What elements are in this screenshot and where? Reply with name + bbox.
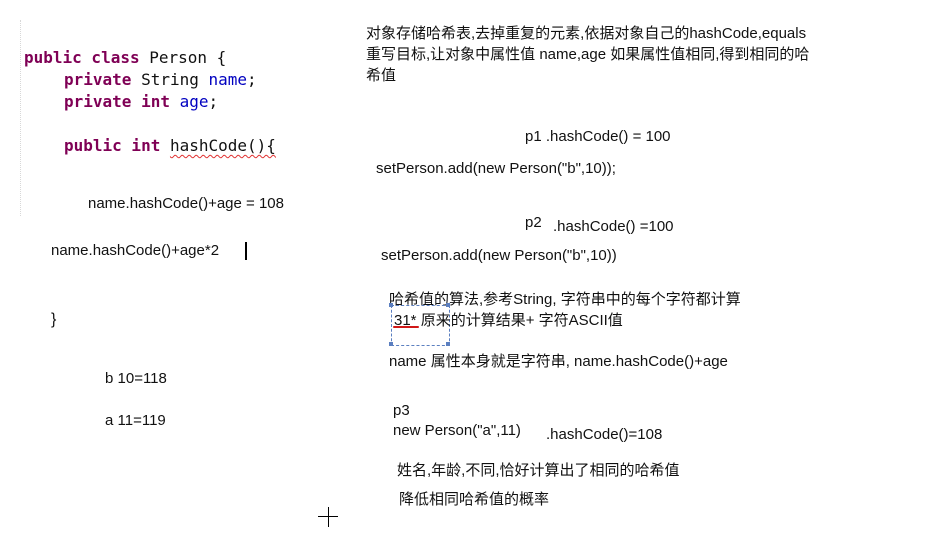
p3-label: p3 (393, 402, 410, 419)
keyword: private int (64, 92, 170, 111)
field-age-declaration: private int age; (64, 92, 218, 111)
p2-label: p2 (525, 214, 542, 231)
intro-line-1: 对象存储哈希表,去掉重复的元素,依据对象自己的hashCode,equals (366, 25, 807, 42)
algo-line-2: 31* 原来的计算结果+ 字符ASCII值 (394, 309, 623, 330)
algo-line-2-text: 原来的计算结果+ 字符ASCII值 (416, 312, 623, 329)
semicolon: ; (247, 70, 257, 89)
class-declaration: public class Person { (24, 48, 226, 67)
p3-hashcode: .hashCode()=108 (546, 426, 663, 443)
method-parens: (){ (247, 136, 276, 155)
selection-handle[interactable] (446, 342, 450, 346)
closing-brace: } (51, 311, 57, 328)
conclusion-line: 姓名,年龄,不同,恰好计算出了相同的哈希值 (397, 462, 680, 479)
name-attribute-line: name 属性本身就是字符串, name.hashCode()+age (389, 353, 728, 370)
keyword: public class (24, 48, 140, 67)
text-caret[interactable] (245, 242, 247, 260)
reduce-collisions-line: 降低相同哈希值的概率 (399, 491, 550, 508)
p1-hashcode: p1 .hashCode() = 100 (525, 128, 671, 145)
semicolon: ; (208, 92, 219, 111)
class-name: Person { (149, 48, 227, 67)
intro-line-3: 希值 (366, 67, 397, 84)
p2-add-call: setPerson.add(new Person("b",10)) (381, 247, 617, 264)
calc-times-two-line: name.hashCode()+age*2 (51, 242, 220, 259)
calc-sum-line: name.hashCode()+age = 108 (88, 195, 284, 212)
hashcode-method-declaration: public int hashCode(){ (64, 136, 276, 155)
selection-handle[interactable] (389, 342, 393, 346)
keyword: public int (64, 136, 161, 155)
editor-gutter (20, 20, 22, 216)
p1-add-call: setPerson.add(new Person("b",10)); (376, 160, 616, 177)
selection-handle[interactable] (389, 303, 393, 307)
field-name: name (208, 70, 248, 89)
example-a: a 11=119 (105, 412, 166, 429)
p3-constructor: new Person("a",11) (393, 422, 521, 439)
field-name-declaration: private String name; (64, 70, 257, 89)
selection-handle[interactable] (446, 303, 450, 307)
example-b: b 10=118 (105, 370, 167, 387)
type-name: String (141, 70, 199, 89)
p2-hashcode: .hashCode() =100 (553, 218, 674, 235)
intro-line-2: 重写目标,让对象中属性值 name,age 如果属性值相同,得到相同的哈 (366, 46, 810, 63)
field-age: age (179, 92, 209, 111)
method-name: hashCode (169, 136, 248, 155)
crosshair-cursor-icon (328, 507, 329, 527)
keyword: private (64, 70, 132, 89)
red-underline-mark (393, 326, 419, 328)
